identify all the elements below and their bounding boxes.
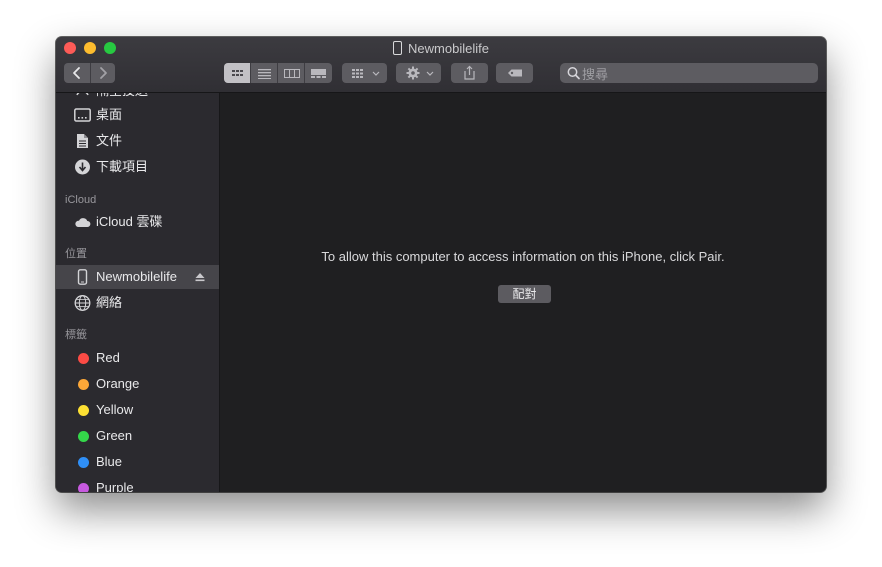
network-globe-icon [74, 295, 91, 311]
share-button[interactable] [451, 63, 488, 83]
sidebar-item-label: Newmobilelife [96, 269, 177, 284]
sidebar-item-label: 隔空投送 [96, 93, 148, 103]
chevron-right-icon [100, 67, 107, 79]
forward-button[interactable] [90, 63, 116, 83]
sidebar-tag-yellow[interactable]: Yellow [56, 398, 219, 422]
sidebar-item-label: Yellow [96, 402, 134, 417]
icon-view-button[interactable] [224, 63, 251, 83]
group-grid-icon [352, 69, 380, 78]
sidebar-item-label: Red [96, 350, 120, 365]
sidebar-item-label: 文件 [96, 133, 123, 148]
share-icon [464, 65, 475, 80]
list-view-button[interactable] [251, 63, 278, 83]
back-button[interactable] [64, 63, 89, 83]
window-title-text: Newmobilelife [408, 41, 489, 56]
airdrop-icon [76, 93, 89, 96]
sidebar-item-label: Orange [96, 376, 140, 391]
iphone-icon [393, 41, 403, 55]
sidebar-item-network[interactable]: 網絡 [56, 291, 219, 315]
gallery-icon [311, 69, 326, 78]
sidebar-item-downloads[interactable]: 下載項目 [56, 155, 219, 179]
sidebar-item-label: Blue [96, 454, 123, 469]
sidebar: 隔空投送 桌面 文件 下載項目 iCloud [56, 93, 220, 492]
content-area: To allow this computer to access informa… [220, 93, 826, 492]
documents-icon [77, 134, 88, 148]
icon-grid-icon [232, 70, 243, 76]
section-header-icloud: iCloud [65, 194, 97, 206]
cloud-icon [75, 218, 91, 227]
sidebar-item-label: iCloud 雲碟 [96, 214, 163, 229]
columns-icon [284, 69, 300, 78]
navigation-buttons [64, 63, 115, 83]
sidebar-item-newmobilelife[interactable]: Newmobilelife [56, 265, 219, 289]
column-view-button[interactable] [278, 63, 305, 83]
tag-color-dot [78, 405, 89, 416]
tag-color-dot [78, 457, 89, 468]
chevron-left-icon [73, 67, 80, 79]
sidebar-item-icloud-drive[interactable]: iCloud 雲碟 [56, 210, 219, 234]
sidebar-item-desktop[interactable]: 桌面 [56, 103, 219, 127]
sidebar-item-label: Green [96, 428, 133, 443]
sidebar-tag-green[interactable]: Green [56, 424, 219, 448]
sidebar-item-label: 桌面 [96, 107, 123, 122]
sidebar-tag-blue[interactable]: Blue [56, 450, 219, 474]
sidebar-tag-red[interactable]: Red [56, 346, 219, 370]
desktop-icon [74, 108, 91, 122]
search-input[interactable] [580, 64, 814, 84]
action-menu-button[interactable] [396, 63, 441, 83]
section-header-tags: 標籤 [65, 329, 87, 341]
iphone-icon [77, 269, 88, 285]
sidebar-tag-purple[interactable]: Purple [56, 476, 219, 492]
window-title: Newmobilelife [56, 41, 826, 57]
title-bar: Newmobilelife [56, 37, 826, 93]
pair-button[interactable]: 配對 [498, 285, 551, 303]
edit-tags-button[interactable] [496, 63, 533, 83]
gear-icon [406, 66, 434, 80]
tag-color-dot [78, 483, 89, 492]
tag-icon [508, 69, 522, 77]
sidebar-item-label: 網絡 [96, 295, 123, 310]
sidebar-item-label: Purple [96, 480, 134, 492]
list-icon [258, 69, 271, 79]
sidebar-tag-orange[interactable]: Orange [56, 372, 219, 396]
eject-icon[interactable] [194, 271, 206, 283]
sidebar-item-label: 下載項目 [96, 159, 149, 174]
sidebar-item-airdrop[interactable]: 隔空投送 [56, 93, 219, 103]
downloads-icon [75, 159, 90, 175]
tag-color-dot [78, 353, 89, 364]
gallery-view-button[interactable] [305, 63, 332, 83]
group-by-button[interactable] [342, 63, 387, 83]
pair-instruction-text: To allow this computer to access informa… [321, 249, 725, 264]
tag-color-dot [78, 379, 89, 390]
search-field[interactable] [560, 63, 818, 84]
finder-window: Newmobilelife 搜尋 桌面 文件 下載項目 iCloud iClou… [56, 37, 826, 492]
view-mode-control [224, 63, 332, 83]
sidebar-item-documents[interactable]: 文件 [56, 129, 219, 153]
section-header-locations: 位置 [65, 248, 87, 260]
tag-color-dot [78, 431, 89, 442]
